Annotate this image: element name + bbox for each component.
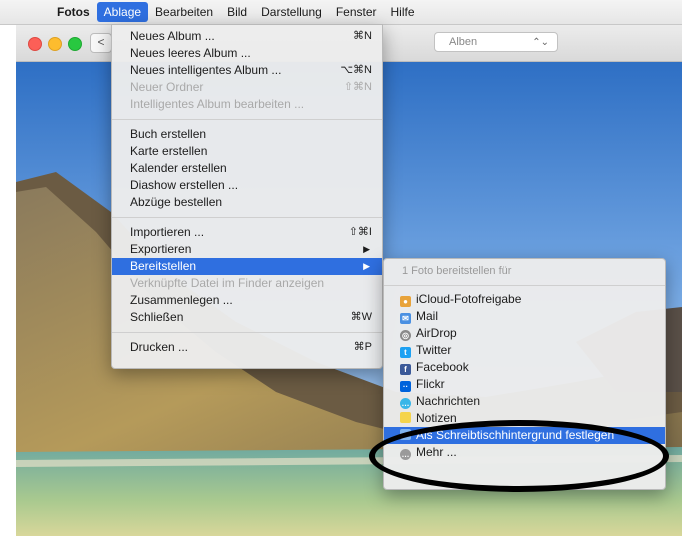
share-item-label: Flickr	[416, 377, 445, 391]
menu-hilfe[interactable]: Hilfe	[384, 2, 422, 22]
minimize-window-button[interactable]	[48, 37, 62, 51]
menu-item-kalender-erstellen[interactable]: Kalender erstellen	[112, 160, 382, 177]
menu-item-neues-intelligentes-album[interactable]: Neues intelligentes Album ... ⌥⌘N	[112, 62, 382, 79]
menu-item-label: Drucken ...	[130, 340, 189, 354]
shortcut-label: ⇧⌘I	[348, 226, 372, 238]
menu-separator	[112, 217, 382, 218]
menu-item-label: Karte erstellen	[130, 144, 208, 158]
menu-fenster[interactable]: Fenster	[329, 2, 384, 22]
menu-item-neues-album[interactable]: Neues Album ... ⌘N	[112, 28, 382, 45]
share-item-icloud[interactable]: ● iCloud-Fotofreigabe	[384, 291, 665, 308]
menu-app-fotos[interactable]: Fotos	[50, 2, 97, 22]
menu-item-neues-leeres-album[interactable]: Neues leeres Album ...	[112, 45, 382, 62]
menu-item-label: Neuer Ordner	[130, 80, 204, 94]
menu-item-label: Kalender erstellen	[130, 161, 227, 175]
share-submenu-header: 1 Foto bereitstellen für	[402, 265, 512, 277]
select-arrows-icon: ⌃⌄	[532, 37, 549, 48]
menu-item-label: Schließen	[130, 310, 184, 324]
menu-item-importieren[interactable]: Importieren ... ⇧⌘I	[112, 224, 382, 241]
share-item-label: Nachrichten	[416, 394, 481, 408]
menu-item-abzuege-bestellen[interactable]: Abzüge bestellen	[112, 194, 382, 211]
menu-item-label: Zusammenlegen ...	[130, 293, 233, 307]
shortcut-label: ⌘N	[353, 30, 372, 42]
menu-item-intelligentes-album-bearbeiten: Intelligentes Album bearbeiten ...	[112, 96, 382, 113]
menu-item-zusammenlegen[interactable]: Zusammenlegen ...	[112, 292, 382, 309]
menu-item-buch-erstellen[interactable]: Buch erstellen	[112, 126, 382, 143]
menu-item-schliessen[interactable]: Schließen ⌘W	[112, 309, 382, 326]
shortcut-label: ⌥⌘N	[340, 64, 372, 76]
submenu-arrow-icon: ▶	[363, 244, 370, 254]
menu-bearbeiten[interactable]: Bearbeiten	[148, 2, 220, 22]
menu-item-verknuepfte-datei-anzeigen: Verknüpfte Datei im Finder anzeigen	[112, 275, 382, 292]
share-item-airdrop[interactable]: ◎ AirDrop	[384, 325, 665, 342]
menu-item-drucken[interactable]: Drucken ... ⌘P	[112, 339, 382, 356]
menu-item-exportieren[interactable]: Exportieren ▶	[112, 241, 382, 258]
mail-icon: ✉	[400, 313, 411, 324]
menu-item-label: Intelligentes Album bearbeiten ...	[130, 97, 305, 111]
menu-item-karte-erstellen[interactable]: Karte erstellen	[112, 143, 382, 160]
menu-item-label: Neues intelligentes Album ...	[130, 63, 282, 77]
share-item-label: Facebook	[416, 360, 469, 374]
shortcut-label: ⌘W	[350, 311, 372, 323]
menu-item-bereitstellen[interactable]: Bereitstellen ▶	[112, 258, 382, 275]
share-item-label: iCloud-Fotofreigabe	[416, 292, 522, 306]
ablage-menu: Neues Album ... ⌘N Neues leeres Album ...…	[111, 24, 383, 369]
menu-separator	[384, 285, 665, 286]
menu-item-label: Exportieren	[130, 242, 192, 256]
menu-item-neuer-ordner: Neuer Ordner ⇧⌘N	[112, 79, 382, 96]
share-item-nachrichten[interactable]: … Nachrichten	[384, 393, 665, 410]
menu-ablage[interactable]: Ablage	[96, 2, 149, 22]
menu-item-label: Bereitstellen	[130, 259, 197, 273]
menu-bar: Fotos Ablage Bearbeiten Bild Darstellung…	[0, 0, 682, 25]
close-window-button[interactable]	[28, 37, 42, 51]
menu-item-diashow-erstellen[interactable]: Diashow erstellen ...	[112, 177, 382, 194]
menu-item-label: Importieren ...	[130, 225, 205, 239]
icloud-photo-sharing-icon: ●	[400, 296, 411, 307]
submenu-arrow-icon: ▶	[363, 261, 370, 271]
notes-icon	[400, 412, 411, 423]
menu-item-label: Diashow erstellen ...	[130, 178, 239, 192]
share-item-label: Twitter	[416, 343, 452, 357]
menu-item-label: Buch erstellen	[130, 127, 207, 141]
share-item-label: Mail	[416, 309, 439, 323]
share-item-mail[interactable]: ✉ Mail	[384, 308, 665, 325]
share-item-flickr[interactable]: ·· Flickr	[384, 376, 665, 393]
messages-icon: …	[400, 398, 411, 409]
menu-separator	[112, 119, 382, 120]
view-select[interactable]: Alben ⌃⌄	[434, 32, 558, 52]
shortcut-label: ⌘P	[353, 341, 372, 353]
view-select-value: Alben	[449, 36, 478, 48]
zoom-window-button[interactable]	[68, 37, 82, 51]
menu-item-label: Verknüpfte Datei im Finder anzeigen	[130, 276, 325, 290]
share-item-facebook[interactable]: f Facebook	[384, 359, 665, 376]
shortcut-label: ⇧⌘N	[343, 81, 372, 93]
airdrop-icon: ◎	[400, 330, 411, 341]
menu-item-label: Neues Album ...	[130, 29, 215, 43]
menu-bild[interactable]: Bild	[220, 2, 254, 22]
menu-darstellung[interactable]: Darstellung	[254, 2, 329, 22]
flickr-icon: ··	[400, 381, 411, 392]
menu-item-label: Abzüge bestellen	[130, 195, 223, 209]
annotation-ellipse	[369, 420, 669, 492]
share-item-twitter[interactable]: t Twitter	[384, 342, 665, 359]
share-item-label: AirDrop	[416, 326, 457, 340]
menu-separator	[112, 332, 382, 333]
menu-item-label: Neues leeres Album ...	[130, 46, 251, 60]
apple-menu-icon[interactable]	[0, 2, 50, 22]
back-button[interactable]: <	[90, 33, 112, 53]
facebook-icon: f	[400, 364, 411, 375]
twitter-icon: t	[400, 347, 411, 358]
